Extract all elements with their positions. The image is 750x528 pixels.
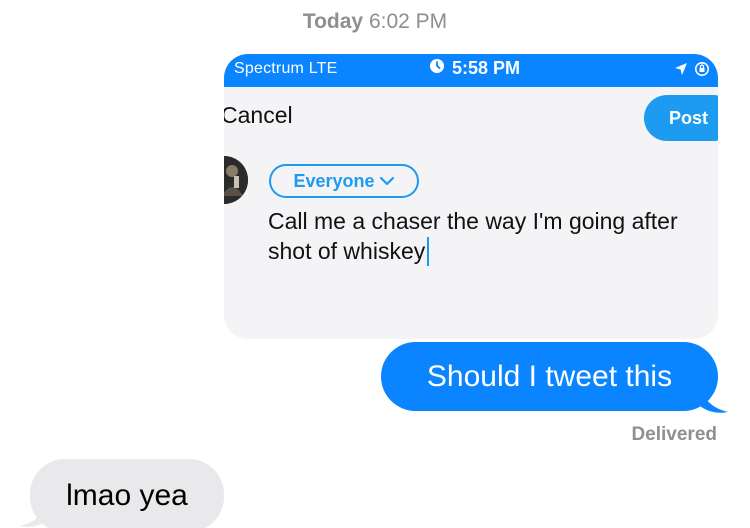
tweet-text-line-2: shot of whiskey <box>268 238 426 264</box>
timestamp-day: Today <box>302 10 364 33</box>
imessage-conversation: Today 6:02 PM Spectrum LTE 5:58 PM Cance… <box>0 0 750 528</box>
post-button[interactable]: Post <box>644 95 718 141</box>
cancel-button[interactable]: Cancel <box>224 102 293 129</box>
timestamp-time: 6:02 PM <box>368 10 448 33</box>
status-time-group: 5:58 PM <box>429 58 520 79</box>
incoming-message-bubble[interactable]: lmao yea <box>30 459 224 528</box>
clock-icon <box>429 58 445 79</box>
tweet-text-line-1[interactable]: Call me a chaser the way I'm going after <box>268 206 718 236</box>
carrier-label: Spectrum LTE <box>234 60 338 77</box>
incoming-bubble-tail <box>20 500 48 527</box>
attachment-status-bar: Spectrum LTE 5:58 PM <box>224 54 718 87</box>
incoming-message-text: lmao yea <box>66 478 188 512</box>
outgoing-bubble-tail <box>700 386 728 413</box>
screenshot-attachment[interactable]: Spectrum LTE 5:58 PM Cancel Post Everyon… <box>224 54 718 339</box>
delivery-status: Delivered <box>631 424 717 445</box>
status-right-icons <box>674 61 710 82</box>
text-cursor <box>427 236 430 266</box>
location-arrow-icon <box>674 62 688 81</box>
chevron-down-icon <box>379 171 395 192</box>
audience-label: Everyone <box>293 170 375 191</box>
status-time: 5:58 PM <box>452 58 521 78</box>
avatar <box>224 156 248 204</box>
outgoing-message-text: Should I tweet this <box>426 359 673 393</box>
tweet-text-line-2-wrap[interactable]: shot of whiskey <box>268 236 430 266</box>
orientation-lock-icon <box>694 61 710 82</box>
outgoing-message-bubble[interactable]: Should I tweet this <box>381 342 718 411</box>
audience-selector[interactable]: Everyone <box>269 164 419 198</box>
message-timestamp: Today 6:02 PM <box>0 10 750 34</box>
